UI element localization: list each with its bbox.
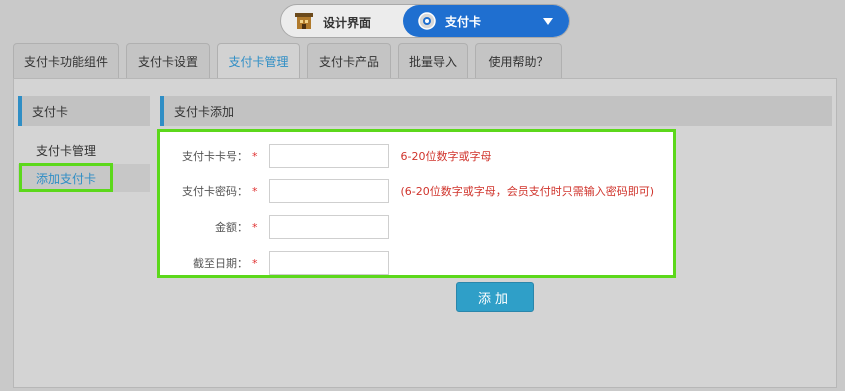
required-mark: * [252,184,258,198]
tab-products[interactable]: 支付卡产品 [307,43,391,79]
tab-settings[interactable]: 支付卡设置 [126,43,210,79]
tab-management[interactable]: 支付卡管理 [217,43,300,79]
tab-batch-import[interactable]: 批量导入 [398,43,468,79]
current-module-label: 支付卡 [445,14,482,29]
card-number-input[interactable] [268,144,389,168]
field-label: 截至日期： [193,257,248,270]
add-button[interactable]: 添加 [456,282,534,312]
required-mark: * [252,220,258,234]
required-mark: * [252,256,258,270]
expiry-date-input[interactable] [268,251,389,275]
current-module-dropdown[interactable]: 支付卡 [403,5,569,37]
tab-components[interactable]: 支付卡功能组件 [13,43,119,79]
amount-input[interactable] [268,215,389,239]
tab-label: 支付卡管理 [228,55,289,69]
form-row-card-number: 支付卡卡号： * 6-20位数字或字母 [160,144,491,168]
sidebar-item-card-management[interactable]: 支付卡管理 [18,136,150,164]
tab-help[interactable]: 使用帮助？ [475,43,562,79]
required-mark: * [252,149,258,163]
field-hint: 6-20位数字或字母 [400,150,492,163]
field-label: 支付卡密码： [182,185,248,198]
tab-label: 支付卡产品 [318,55,379,69]
view-switcher: 设计界面 支付卡 [280,4,570,38]
sidebar-item-label: 支付卡管理 [36,143,97,158]
form-row-amount: 金额： * [160,215,389,239]
tab-label: 使用帮助？ [488,55,549,69]
field-label: 支付卡卡号： [182,150,248,163]
add-card-form: 支付卡卡号： * 6-20位数字或字母 支付卡密码： * (6-20位数字或字母… [157,129,676,278]
tab-label: 支付卡功能组件 [23,55,108,69]
form-row-card-password: 支付卡密码： * (6-20位数字或字母，会员支付时只需输入密码即可) [160,179,654,203]
sidebar-title: 支付卡 [18,96,150,126]
card-password-input[interactable] [268,179,389,203]
section-title: 支付卡添加 [160,96,832,126]
field-label: 金额： [215,221,248,234]
building-icon [293,10,315,35]
tab-bar: 支付卡功能组件 支付卡设置 支付卡管理 支付卡产品 批量导入 使用帮助？ [13,43,562,79]
design-view-button[interactable]: 设计界面 [293,11,371,33]
tab-label: 支付卡设置 [137,55,198,69]
form-row-expiry-date: 截至日期： * [160,251,389,275]
gear-icon [417,11,437,31]
highlight-box-sidebar [19,163,113,192]
tab-label: 批量导入 [408,55,457,69]
chevron-down-icon [543,18,553,25]
design-view-label: 设计界面 [323,15,372,30]
field-hint: (6-20位数字或字母，会员支付时只需输入密码即可) [400,185,655,198]
